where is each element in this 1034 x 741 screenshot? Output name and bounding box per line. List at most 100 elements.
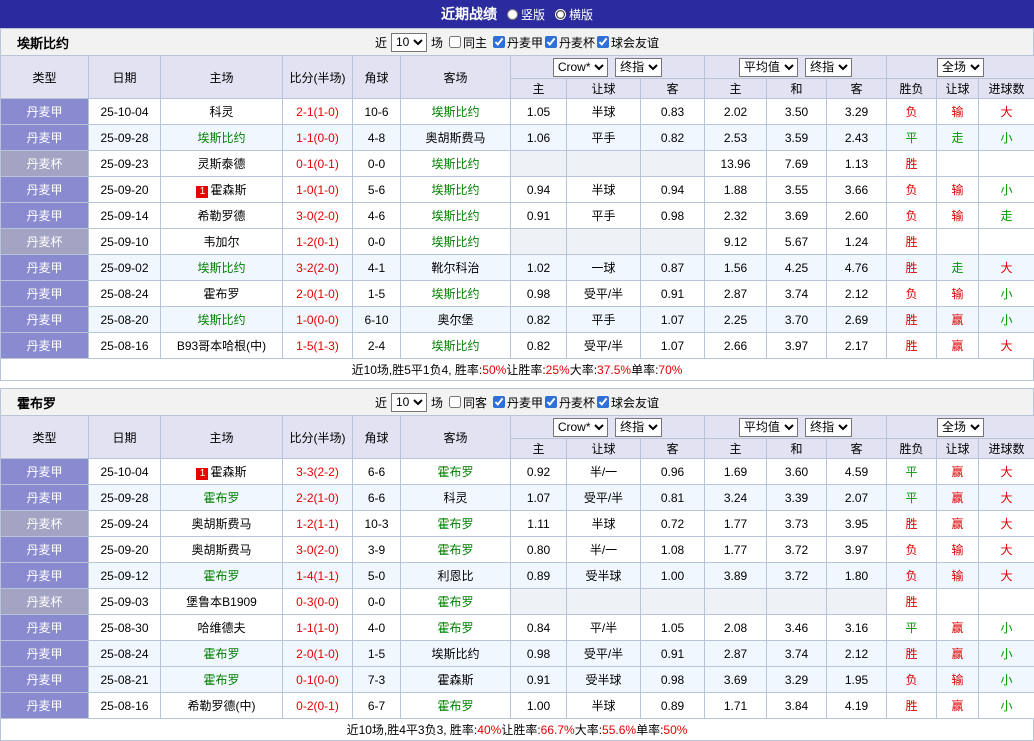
same-venue-filter[interactable]: 同主	[449, 34, 487, 51]
team-link[interactable]: 埃斯比约	[431, 105, 479, 119]
cell-corners: 7-3	[353, 667, 401, 693]
team-link[interactable]: 埃斯比约	[197, 131, 245, 145]
recent-count-select[interactable]: 10	[391, 33, 427, 52]
team-link[interactable]: 堡鲁本B1909	[186, 595, 257, 609]
league-checkbox[interactable]	[545, 396, 557, 408]
final-index-select[interactable]: 终指	[615, 418, 662, 437]
fulltime-select[interactable]: 全场	[937, 58, 984, 77]
league-checkbox[interactable]	[597, 396, 609, 408]
team-link[interactable]: 奥胡斯费马	[191, 517, 251, 531]
cell-result-wdl: 平	[887, 459, 937, 485]
team-link[interactable]: 埃斯比约	[197, 313, 245, 327]
final-index-select-2[interactable]: 终指	[805, 418, 852, 437]
filter-bar: 近 10 场 同主 丹麦甲丹麦杯球会友谊	[375, 33, 659, 52]
cell-euro-odds: 1.88	[705, 177, 767, 203]
league-filter[interactable]: 丹麦甲	[493, 394, 543, 411]
layout-radio[interactable]	[507, 9, 518, 20]
final-index-select[interactable]: 终指	[615, 58, 662, 77]
cell-euro-odds: 3.50	[767, 99, 827, 125]
league-checkbox[interactable]	[597, 36, 609, 48]
team-link[interactable]: 埃斯比约	[431, 209, 479, 223]
same-venue-filter[interactable]: 同客	[449, 394, 487, 411]
team-link[interactable]: 霍布罗	[437, 621, 473, 635]
team-link[interactable]: 霍布罗	[437, 543, 473, 557]
league-filter[interactable]: 丹麦杯	[545, 34, 595, 51]
team-link[interactable]: 希勒罗德(中)	[188, 699, 256, 713]
team-link[interactable]: 霍森斯	[437, 673, 473, 687]
team-link[interactable]: 奥胡斯费马	[425, 131, 485, 145]
team-link[interactable]: 哈维德夫	[197, 621, 245, 635]
layout-radio[interactable]	[555, 9, 566, 20]
team-link[interactable]: 埃斯比约	[197, 261, 245, 275]
team-link[interactable]: 霍森斯	[210, 465, 246, 479]
layout-option[interactable]: 竖版	[507, 6, 545, 23]
layout-option[interactable]: 横版	[555, 6, 593, 23]
team-link[interactable]: 霍布罗	[437, 465, 473, 479]
league-filter[interactable]: 球会友谊	[597, 394, 659, 411]
team-link[interactable]: 霍布罗	[203, 287, 239, 301]
team-link[interactable]: 霍森斯	[210, 183, 246, 197]
cell-asian-odds: 1.05	[511, 99, 567, 125]
team-link[interactable]: 奥胡斯费马	[191, 543, 251, 557]
cell-asian-odds: 0.89	[511, 563, 567, 589]
team-link[interactable]: 埃斯比约	[431, 287, 479, 301]
cell-date: 25-09-20	[89, 537, 161, 563]
bookmaker-select[interactable]: Crow*	[553, 58, 608, 77]
team-link[interactable]: 利恩比	[437, 569, 473, 583]
team-link[interactable]: 埃斯比约	[431, 157, 479, 171]
cell-date: 25-10-04	[89, 99, 161, 125]
team-link[interactable]: 埃斯比约	[431, 339, 479, 353]
league-checkbox[interactable]	[493, 36, 505, 48]
average-select[interactable]: 平均值	[739, 58, 798, 77]
cell-euro-odds	[767, 589, 827, 615]
cell-home-team: 奥胡斯费马	[161, 511, 283, 537]
cell-away-team: 埃斯比约	[401, 229, 511, 255]
col-away: 客场	[401, 56, 511, 99]
col-date: 日期	[89, 56, 161, 99]
league-checkbox[interactable]	[493, 396, 505, 408]
same-venue-checkbox[interactable]	[449, 36, 461, 48]
team-link[interactable]: 埃斯比约	[431, 235, 479, 249]
col-result-goals: 进球数	[979, 79, 1034, 99]
team-link[interactable]: B93哥本哈根(中)	[177, 339, 266, 353]
cell-away-team: 埃斯比约	[401, 177, 511, 203]
section-header: 埃斯比约 近 10 场 同主 丹麦甲丹麦杯球会友谊	[0, 28, 1034, 55]
cell-euro-odds: 7.69	[767, 151, 827, 177]
league-filter[interactable]: 丹麦杯	[545, 394, 595, 411]
team-link[interactable]: 埃斯比约	[431, 647, 479, 661]
team-link[interactable]: 霍布罗	[203, 647, 239, 661]
cell-result-handicap: 赢	[937, 333, 979, 359]
cell-result-goals: 小	[979, 125, 1034, 151]
team-link[interactable]: 靴尔科治	[431, 261, 479, 275]
team-link[interactable]: 科灵	[209, 105, 233, 119]
league-filter[interactable]: 球会友谊	[597, 34, 659, 51]
league-filter[interactable]: 丹麦甲	[493, 34, 543, 51]
team-link[interactable]: 科灵	[443, 491, 467, 505]
fulltime-select[interactable]: 全场	[937, 418, 984, 437]
league-checkbox[interactable]	[545, 36, 557, 48]
team-link[interactable]: 霍布罗	[437, 517, 473, 531]
matches-tbody: 丹麦甲25-10-041霍森斯3-3(2-2)6-6霍布罗0.92半/一0.96…	[1, 459, 1034, 719]
team-link[interactable]: 霍布罗	[437, 699, 473, 713]
team-link[interactable]: 霍布罗	[203, 569, 239, 583]
cell-score: 1-1(1-0)	[283, 615, 353, 641]
cell-date: 25-08-21	[89, 667, 161, 693]
team-link[interactable]: 霍布罗	[203, 491, 239, 505]
team-link[interactable]: 韦加尔	[203, 235, 239, 249]
team-link[interactable]: 灵斯泰德	[197, 157, 245, 171]
team-link[interactable]: 奥尔堡	[437, 313, 473, 327]
recent-count-select[interactable]: 10	[391, 393, 427, 412]
final-index-select-2[interactable]: 终指	[805, 58, 852, 77]
cell-result-goals: 小	[979, 615, 1034, 641]
cell-corners: 6-7	[353, 693, 401, 719]
team-link[interactable]: 霍布罗	[203, 673, 239, 687]
team-link[interactable]: 希勒罗德	[197, 209, 245, 223]
average-select[interactable]: 平均值	[739, 418, 798, 437]
team-link[interactable]: 埃斯比约	[431, 183, 479, 197]
same-venue-checkbox[interactable]	[449, 396, 461, 408]
cell-euro-odds: 3.84	[767, 693, 827, 719]
team-name: 埃斯比约	[17, 33, 69, 52]
bookmaker-select[interactable]: Crow*	[553, 418, 608, 437]
team-link[interactable]: 霍布罗	[437, 595, 473, 609]
summary-part: 单率:	[631, 361, 658, 378]
